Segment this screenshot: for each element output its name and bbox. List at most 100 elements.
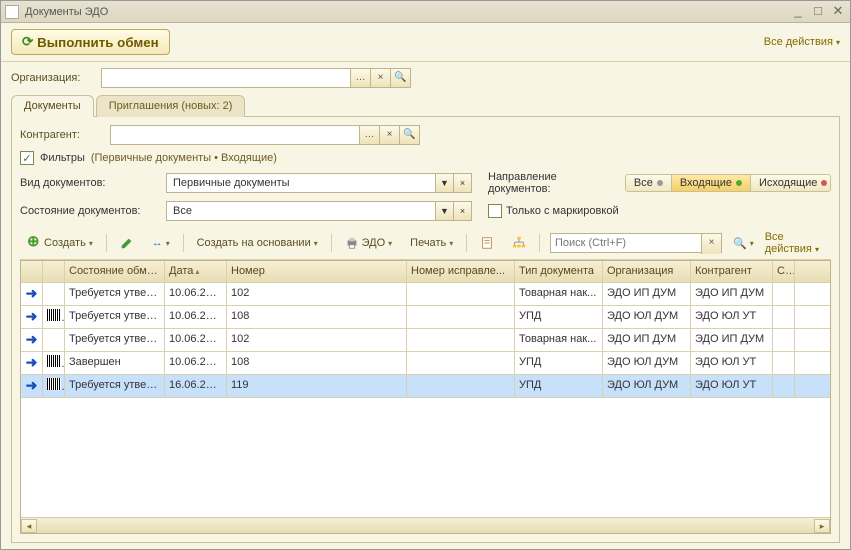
arrow-right-icon: ➜ (26, 354, 38, 370)
create-button[interactable]: ⊕ Создать ▾ (20, 233, 100, 253)
docstate-clear-button[interactable]: × (454, 201, 472, 221)
direction-segment: Все Входящие Исходящие (625, 174, 831, 192)
col-sum[interactable]: Су (773, 261, 795, 282)
separator (539, 234, 540, 252)
col-barcode[interactable] (43, 261, 65, 282)
search-clear-button[interactable]: × (701, 234, 721, 254)
scroll-right-button[interactable]: ▸ (814, 519, 830, 533)
find-button[interactable]: 🔍 ▾ (726, 234, 761, 253)
barcode-icon (47, 378, 61, 390)
edo-button[interactable]: ЭДО ▾ (338, 233, 400, 253)
org-row: Организация: … × 🔍 (11, 68, 840, 88)
cell-date: 10.06.2020 (165, 306, 227, 328)
titlebar: Документы ЭДО _ □ ✕ (1, 1, 850, 23)
doctype-clear-button[interactable]: × (454, 173, 472, 193)
maximize-button[interactable]: □ (810, 4, 826, 20)
document-icon (5, 5, 19, 19)
table-row[interactable]: ➜Завершен10.06.2020108УПДЭДО ЮЛ ДУМЭДО Ю… (21, 352, 830, 375)
col-date[interactable]: Дата▴ (165, 261, 227, 282)
org-clear-button[interactable]: × (371, 68, 391, 88)
col-state[interactable]: Состояние обмена (65, 261, 165, 282)
barcode-icon (47, 355, 61, 367)
dot-icon (821, 180, 827, 186)
minimize-button[interactable]: _ (790, 4, 806, 20)
direction-outgoing[interactable]: Исходящие (750, 175, 831, 191)
cell-contragent: ЭДО ЮЛ УТ (691, 352, 773, 374)
org-input[interactable] (101, 68, 351, 88)
create-based-button[interactable]: Создать на основании ▾ (190, 234, 325, 252)
docstate-label: Состояние документов: (20, 205, 160, 217)
cell-number: 102 (227, 283, 407, 305)
table-row[interactable]: ➜Требуется утвер...10.06.2020108УПДЭДО Ю… (21, 306, 830, 329)
table-row[interactable]: ➜Требуется утвер...16.06.2020119УПДЭДО Ю… (21, 375, 830, 398)
chevron-down-icon: ▾ (388, 239, 392, 248)
search-box: × (550, 233, 722, 253)
h-scrollbar[interactable]: ◂ ▸ (21, 517, 830, 533)
arrow-right-icon: ➜ (26, 308, 38, 324)
tab-invitations[interactable]: Приглашения (новых: 2) (96, 95, 246, 117)
direction-incoming[interactable]: Входящие (671, 175, 750, 191)
col-contragent[interactable]: Контрагент (691, 261, 773, 282)
contragent-ellipsis-button[interactable]: … (360, 125, 380, 145)
org-ellipsis-button[interactable]: … (351, 68, 371, 88)
print-button[interactable]: Печать ▾ (403, 234, 460, 252)
table-row[interactable]: ➜Требуется утвер...10.06.2020102Товарная… (21, 329, 830, 352)
cell-type: УПД (515, 352, 603, 374)
cell-sum (773, 352, 795, 374)
col-doctype[interactable]: Тип документа (515, 261, 603, 282)
arrow-right-icon: ➜ (26, 285, 38, 301)
all-actions-list[interactable]: Все действия ▾ (765, 231, 831, 255)
filters-checkbox[interactable]: ✓ (20, 151, 34, 165)
all-actions-top[interactable]: Все действия ▾ (764, 36, 840, 48)
org-search-button[interactable]: 🔍 (391, 68, 411, 88)
chevron-down-icon[interactable]: ▼ (436, 173, 454, 193)
search-icon: 🔍 (403, 129, 415, 140)
table-row[interactable]: ➜Требуется утвер...10.06.2020102Товарная… (21, 283, 830, 306)
report-button[interactable] (473, 233, 501, 253)
cell-sum (773, 306, 795, 328)
contragent-input[interactable] (110, 125, 360, 145)
close-button[interactable]: ✕ (830, 4, 846, 20)
col-indicator[interactable] (21, 261, 43, 282)
cell-correction (407, 306, 515, 328)
contragent-row: Контрагент: … × 🔍 (20, 125, 831, 145)
perform-exchange-button[interactable]: ⟳ Выполнить обмен (11, 29, 170, 55)
col-correction[interactable]: Номер исправле... (407, 261, 515, 282)
separator (106, 234, 107, 252)
contragent-clear-button[interactable]: × (380, 125, 400, 145)
chevron-down-icon: ▾ (314, 239, 318, 248)
filters-row: ✓ Фильтры (Первичные документы • Входящи… (20, 151, 831, 165)
plus-icon: ⊕ (27, 236, 41, 250)
doctype-select[interactable]: Первичные документы ▼ × (166, 173, 472, 193)
cell-org: ЭДО ЮЛ ДУМ (603, 352, 691, 374)
cell-number: 102 (227, 329, 407, 351)
tabs: Документы Приглашения (новых: 2) (11, 94, 840, 117)
refresh-button[interactable]: ↔ ▾ (145, 234, 177, 252)
cell-state: Завершен (65, 352, 165, 374)
cell-org: ЭДО ИП ДУМ (603, 329, 691, 351)
direction-all[interactable]: Все (626, 175, 671, 191)
cell-contragent: ЭДО ИП ДУМ (691, 283, 773, 305)
hierarchy-button[interactable] (505, 233, 533, 253)
col-number[interactable]: Номер (227, 261, 407, 282)
cell-type: УПД (515, 306, 603, 328)
search-input[interactable] (551, 234, 701, 252)
cell-org: ЭДО ИП ДУМ (603, 283, 691, 305)
org-label: Организация: (11, 72, 101, 84)
cell-type: Товарная нак... (515, 283, 603, 305)
hierarchy-icon (512, 236, 526, 250)
refresh-icon: ↔ (152, 237, 163, 249)
edit-button[interactable] (113, 233, 141, 253)
cell-number: 108 (227, 352, 407, 374)
scroll-left-button[interactable]: ◂ (21, 519, 37, 533)
tab-documents[interactable]: Документы (11, 95, 94, 117)
docstate-select[interactable]: Все ▼ × (166, 201, 472, 221)
cell-state: Требуется утвер... (65, 375, 165, 397)
cell-sum (773, 375, 795, 397)
marking-only-checkbox[interactable]: ✓ (488, 204, 502, 218)
cell-state: Требуется утвер... (65, 283, 165, 305)
col-org[interactable]: Организация (603, 261, 691, 282)
contragent-search-button[interactable]: 🔍 (400, 125, 420, 145)
printer-icon (345, 236, 359, 250)
chevron-down-icon[interactable]: ▼ (436, 201, 454, 221)
